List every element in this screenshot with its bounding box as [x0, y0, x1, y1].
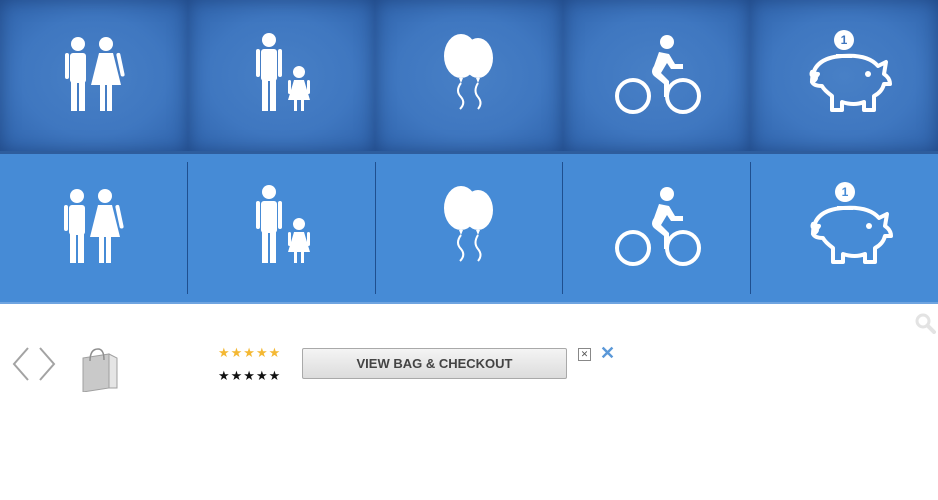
parent-child-icon — [256, 185, 311, 263]
category-cyclist[interactable] — [562, 162, 750, 294]
parent-child-icon — [256, 33, 311, 111]
category-balloons[interactable] — [374, 162, 563, 294]
ad-close-icon[interactable]: ✕ — [578, 348, 591, 361]
category-couple[interactable] — [0, 162, 187, 294]
piggy-bank-icon: 1 — [810, 180, 893, 264]
coin-label: 1 — [841, 33, 848, 47]
category-couple[interactable] — [0, 0, 188, 152]
balloons-icon — [442, 185, 494, 262]
category-cyclist[interactable] — [562, 0, 751, 152]
balloons-icon — [442, 33, 494, 110]
cyclist-icon — [614, 33, 701, 114]
couple-icon — [64, 37, 125, 111]
category-piggy-bank[interactable]: 1 — [750, 162, 938, 294]
piggy-bank-icon: 1 — [809, 28, 893, 112]
shopping-bag-icon[interactable] — [80, 346, 120, 392]
category-parent-child[interactable] — [186, 162, 375, 294]
close-icon[interactable]: ✕ — [600, 343, 615, 364]
carousel-arrows — [12, 347, 56, 381]
category-balloons[interactable] — [375, 0, 563, 152]
category-row-top: 1 — [0, 0, 938, 152]
category-parent-child[interactable] — [187, 0, 376, 152]
search-icon[interactable] — [914, 312, 936, 334]
category-row-bottom: 1 — [0, 154, 938, 304]
view-bag-checkout-button[interactable]: VIEW BAG & CHECKOUT — [302, 348, 567, 379]
chevron-right-icon[interactable] — [39, 347, 56, 381]
couple-icon — [64, 189, 125, 263]
coin-label: 1 — [841, 185, 848, 199]
rating-stars-black: ★★★★★ — [218, 368, 282, 383]
rating-stars-gold: ★★★★★ — [218, 345, 282, 360]
category-piggy-bank[interactable]: 1 — [750, 0, 938, 152]
chevron-left-icon[interactable] — [12, 347, 29, 381]
cyclist-icon — [614, 185, 701, 266]
